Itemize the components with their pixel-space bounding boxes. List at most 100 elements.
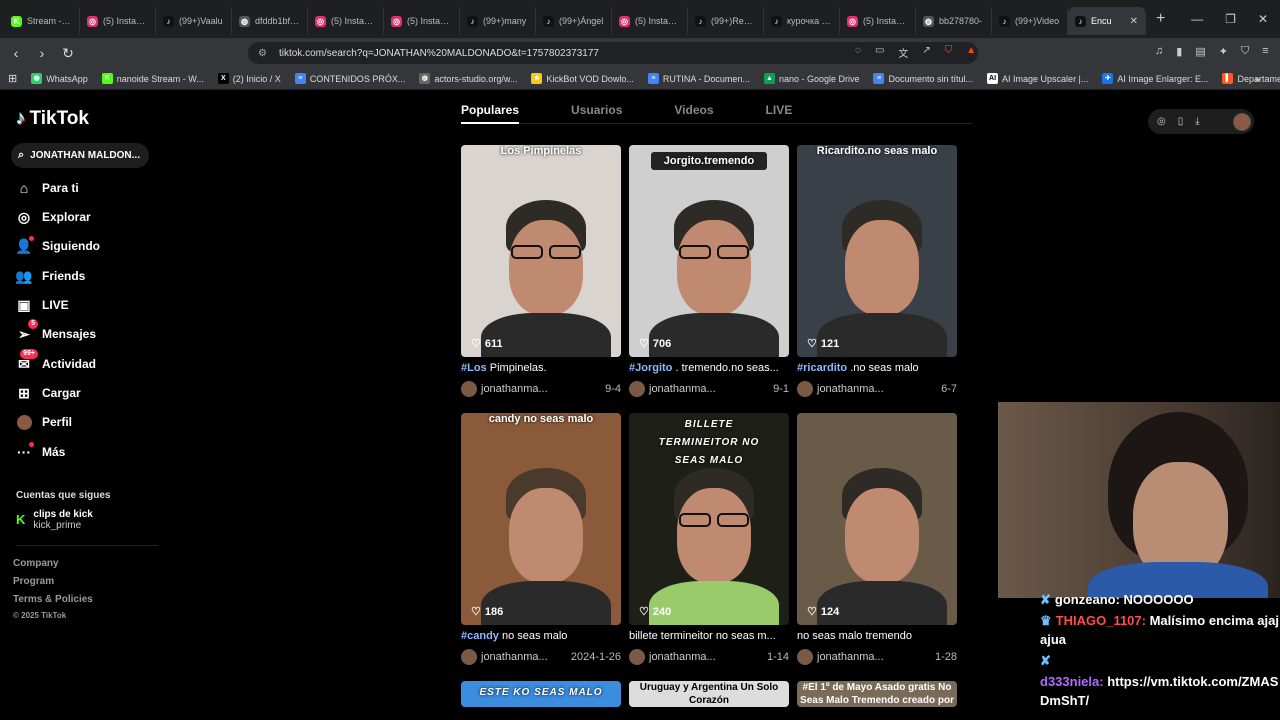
video-thumbnail[interactable]: candy no seas malo ♡ 186 [461,413,621,625]
creator-avatar[interactable] [629,381,645,397]
creator-avatar[interactable] [461,381,477,397]
media-icon[interactable]: ♫ [1155,45,1163,58]
new-tab-button[interactable]: + [1156,10,1165,28]
video-card[interactable]: ♡ 124 no seas malo tremendo jonathanma... 1-… [797,413,957,665]
download-icon[interactable]: ⤓ [1195,116,1199,127]
close-tab-icon[interactable]: ✕ [1130,16,1138,27]
video-thumbnail[interactable]: Ricardito.no seas malo ♡ 121 [797,145,957,357]
sidebar-item-home[interactable]: ⌂ Para ti [16,180,79,196]
creator-avatar[interactable] [629,649,645,665]
video-card[interactable]: ESTE KO SEAS MALO [461,681,621,707]
creator-avatar[interactable] [461,649,477,665]
bookmark-item[interactable]: ≡ CONTENIDOS PRÓX... [294,73,405,84]
creator-avatar[interactable] [797,381,813,397]
bookmark-item[interactable]: ◍ actors-studio.org/w... [419,73,517,84]
tab-videos[interactable]: Videos [674,103,713,123]
creator-name[interactable]: jonathanma... [649,651,716,663]
bookmark-item[interactable]: X (2) Inicio / X [217,73,281,84]
site-info-icon[interactable]: ⚙ [258,48,267,59]
user-avatar[interactable] [1233,112,1251,131]
translate-icon[interactable]: 文 [898,45,908,60]
video-card[interactable]: BILLETE TERMINEITOR NO SEAS MALO ♡ 240 bill… [629,413,789,665]
video-card[interactable]: Uruguay y Argentina Un Solo Corazón [629,681,789,707]
eye-off-icon[interactable]: ◌ [855,45,861,60]
video-card[interactable]: candy no seas malo ♡ 186 #candy no seas mal… [461,413,621,665]
close-window-button[interactable]: ✕ [1258,12,1268,26]
browser-tab[interactable]: ♪ (99+)many [460,7,536,35]
video-card[interactable]: Los Pimpinelas ♡ 611 #Los Pimpinelas. jonath… [461,145,621,397]
sidebar-item-messages[interactable]: ➢ 5 Mensajes [16,319,96,342]
browser-tab[interactable]: ♪ (99+)Recue [688,7,764,35]
video-description[interactable]: billete termineitor no seas m... [629,630,789,645]
creator-name[interactable]: jonathanma... [817,383,884,395]
tab-populares[interactable]: Populares [461,103,520,124]
hashtag-link[interactable]: #Jorgito [629,362,672,374]
video-thumbnail[interactable]: #El 1º de Mayo Asado gratis No Seas Malo… [797,681,957,707]
forward-icon[interactable]: › [34,45,50,61]
video-description[interactable]: #ricardito .no seas malo [797,362,957,377]
bookmark-item[interactable]: ★ KickBot VOD Dowlo... [531,73,634,84]
browser-tab[interactable]: ◎ (5) Instagra [80,7,156,35]
creator-name[interactable]: jonathanma... [481,383,548,395]
video-thumbnail[interactable]: BILLETE TERMINEITOR NO SEAS MALO ♡ 240 [629,413,789,625]
video-thumbnail[interactable]: ESTE KO SEAS MALO [461,681,621,707]
footer-terms[interactable]: Terms & Policies [13,594,93,605]
footer-company[interactable]: Company [13,558,59,569]
bookmarks-more-icon[interactable]: » [1255,74,1260,84]
browser-tab[interactable]: ◎ (5) Instagra [308,7,384,35]
sidebar-item-profile-avatar[interactable]: ● Perfil [16,414,72,430]
sidebar-item-upload[interactable]: ⊞ Cargar [16,385,81,401]
browser-tab[interactable]: ♪ (99+)Video [992,7,1068,35]
browser-tab[interactable]: ♪ (99+)Ángel [536,7,612,35]
creator-name[interactable]: jonathanma... [481,651,548,663]
footer-program[interactable]: Program [13,576,54,587]
creator-name[interactable]: jonathanma... [649,383,716,395]
device-icon[interactable]: ▯ [1178,116,1184,127]
hashtag-link[interactable]: #ricardito [797,362,847,374]
video-description[interactable]: #Los Pimpinelas. [461,362,621,377]
apps-grid-icon[interactable]: ⊞ [8,72,17,85]
maximize-button[interactable]: ❐ [1225,12,1236,26]
browser-tab[interactable]: ♪ (99+)Vaalu [156,7,232,35]
wallet-icon[interactable]: ▤ [1195,45,1205,58]
bookmark-item[interactable]: ≡ Documento sin títul... [873,73,973,84]
browser-tab[interactable]: ♪ Encu ✕ [1068,7,1146,35]
followed-account[interactable]: K clips de kick kick_prime [16,509,93,531]
sidebar-item-friends[interactable]: 👥 Friends [15,268,85,284]
video-description[interactable]: no seas malo tremendo [797,630,957,645]
hashtag-link[interactable]: #candy [461,630,499,642]
browser-tab[interactable]: ◎ (5) Instagra [384,7,460,35]
search-input[interactable]: ⌕ JONATHAN MALDON... [11,143,149,168]
install-icon[interactable]: ▭ [875,45,884,60]
rewards-icon[interactable]: ▲ [966,45,976,60]
bookmark-item[interactable]: ✈ AI Image Enlarger: E... [1102,73,1208,84]
reload-icon[interactable]: ↻ [60,45,76,62]
sidebar-toggle-icon[interactable]: ▮ [1176,45,1182,58]
browser-tab[interactable]: ◎ (5) Instagra [840,7,916,35]
bookmark-item[interactable]: ▌Departamento en Al... [1222,73,1280,84]
browser-tab[interactable]: ◍ dfddb1bf72 [232,7,308,35]
minimize-button[interactable]: — [1191,12,1203,26]
creator-name[interactable]: jonathanma... [817,651,884,663]
browser-tab[interactable]: ◎ (5) Instagra [612,7,688,35]
video-card[interactable]: Ricardito.no seas malo ♡ 121 #ricardito .no… [797,145,957,397]
back-icon[interactable]: ‹ [8,45,24,61]
video-thumbnail[interactable]: Jorgito.tremendo ♡ 706 [629,145,789,357]
video-description[interactable]: #candy no seas malo [461,630,621,645]
share-icon[interactable]: ↗ [922,45,930,60]
video-card[interactable]: Jorgito.tremendo ♡ 706 #Jorgito . tremendo.… [629,145,789,397]
browser-tab[interactable]: K Stream - Kic [4,7,80,35]
leo-ai-icon[interactable]: ✦ [1219,45,1228,58]
brave-shield-icon[interactable]: ⛉ [945,45,953,60]
video-thumbnail[interactable]: Los Pimpinelas ♡ 611 [461,145,621,357]
tab-usuarios[interactable]: Usuarios [571,103,622,123]
video-description[interactable]: #Jorgito . tremendo.no seas... [629,362,789,377]
bookmark-item[interactable]: ≡ RUTINA - Documen... [647,73,750,84]
compass-tool-icon[interactable]: ◎ [1157,116,1166,127]
video-thumbnail[interactable]: Uruguay y Argentina Un Solo Corazón [629,681,789,707]
tab-live[interactable]: LIVE [766,103,793,123]
sidebar-item-live[interactable]: ▣ LIVE [16,297,68,313]
url-text[interactable]: tiktok.com/search?q=JONATHAN%20MALDONADO… [279,48,599,59]
tiktok-logo[interactable]: ♪ TikTok [16,108,89,130]
sidebar-item-compass[interactable]: ◎ Explorar [16,209,91,225]
